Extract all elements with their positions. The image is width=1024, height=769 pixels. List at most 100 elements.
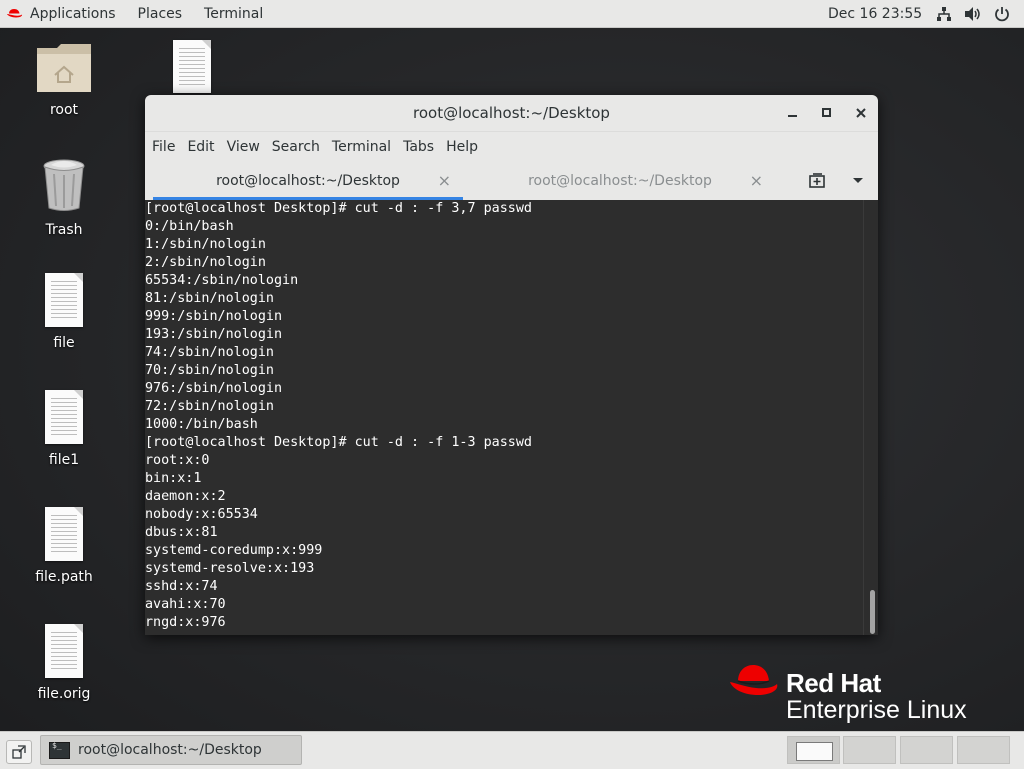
workspace-3[interactable] (900, 736, 953, 764)
terminal-line: rngd:x:976 (145, 615, 226, 630)
terminal-line: 999:/sbin/nologin (145, 309, 283, 324)
trash-icon (43, 159, 85, 211)
power-icon[interactable] (994, 6, 1010, 22)
terminal-line: 81:/sbin/nologin (145, 291, 274, 306)
taskbar-item-label: root@localhost:~/Desktop (78, 742, 262, 758)
terminal-line: systemd-resolve:x:193 (145, 561, 315, 576)
clock[interactable]: Dec 16 23:55 (828, 0, 922, 27)
applications-menu[interactable]: Applications (0, 0, 127, 27)
terminal-line: 2:/sbin/nologin (145, 255, 266, 270)
menu-tabs[interactable]: Tabs (397, 132, 440, 161)
terminal-line: 976:/sbin/nologin (145, 381, 283, 396)
terminal-scrollbar[interactable] (863, 200, 878, 635)
text-file-icon (45, 507, 83, 561)
menu-edit[interactable]: Edit (181, 132, 220, 161)
menu-view[interactable]: View (221, 132, 266, 161)
tab-terminal-1[interactable]: root@localhost:~/Desktop × (153, 161, 463, 200)
desktop-icon-label: file1 (48, 452, 80, 468)
terminal-line: [root@localhost Desktop]# cut -d : -f 1-… (145, 435, 532, 450)
desktop-file-partial[interactable] (173, 40, 211, 93)
branding-line2: Enterprise Linux (786, 696, 967, 724)
volume-icon[interactable] (964, 6, 982, 22)
terminal-line: systemd-coredump:x:999 (145, 543, 323, 558)
desktop-icon-label: file.path (35, 569, 93, 585)
workspace-4[interactable] (957, 736, 1010, 764)
taskbar-item-terminal[interactable]: root@localhost:~/Desktop (40, 735, 302, 765)
terminal-line: [root@localhost Desktop]# cut -d : -f 3,… (145, 201, 532, 216)
minimize-icon (788, 115, 797, 117)
terminal-line: 72:/sbin/nologin (145, 399, 274, 414)
desktop-icon-label: root (49, 102, 79, 118)
menu-file[interactable]: File (146, 132, 181, 161)
system-tray[interactable] (936, 0, 1010, 27)
terminal-line: bin:x:1 (145, 471, 202, 486)
terminal-line: root:x:0 (145, 453, 210, 468)
window-controls (776, 95, 878, 131)
tab-close-icon[interactable]: × (438, 171, 451, 190)
desktop-icon-file[interactable]: file (19, 273, 109, 351)
workspace-2[interactable] (843, 736, 896, 764)
tab-menu-button[interactable] (838, 161, 878, 200)
desktop-icon-file1[interactable]: file1 (19, 390, 109, 468)
tab-label: root@localhost:~/Desktop (216, 172, 400, 189)
top-bar: Applications Places Terminal Dec 16 23:5… (0, 0, 1024, 28)
tab-label: root@localhost:~/Desktop (528, 172, 712, 189)
menu-search[interactable]: Search (266, 132, 326, 161)
terminal-line: 70:/sbin/nologin (145, 363, 274, 378)
terminal-menu[interactable]: Terminal (193, 0, 274, 27)
desktop-icon-trash[interactable]: Trash (19, 158, 109, 238)
redhat-wordmark: Red Hat Enterprise Linux (786, 662, 967, 723)
applications-label: Applications (30, 5, 116, 22)
desktop-icon-label: file (53, 335, 75, 351)
desktop-icon-file-path[interactable]: file.path (19, 507, 109, 585)
desktop-icon-label: file.orig (37, 686, 91, 702)
desktop-icon-file-orig[interactable]: file.orig (19, 624, 109, 702)
terminal-icon (49, 741, 70, 759)
terminal-line: nobody:x:65534 (145, 507, 258, 522)
window-titlebar[interactable]: root@localhost:~/Desktop (145, 95, 878, 131)
maximize-button[interactable] (810, 95, 844, 131)
terminal-line: avahi:x:70 (145, 597, 226, 612)
show-desktop-button[interactable] (6, 740, 32, 764)
desktop-icon-root[interactable]: root (19, 40, 109, 118)
redhat-logo-icon (730, 665, 778, 695)
terminal-line: 0:/bin/bash (145, 219, 234, 234)
window-title: root@localhost:~/Desktop (413, 104, 610, 122)
terminal-line: 1:/sbin/nologin (145, 237, 266, 252)
terminal-line: dbus:x:81 (145, 525, 218, 540)
places-menu[interactable]: Places (127, 0, 194, 27)
window-menubar: File Edit View Search Terminal Tabs Help (145, 131, 878, 161)
tab-bar: root@localhost:~/Desktop × root@localhos… (145, 161, 878, 201)
text-file-icon (45, 624, 83, 678)
desktop-icon-label: Trash (45, 222, 83, 238)
close-button[interactable] (844, 95, 878, 131)
redhat-logo-icon (7, 8, 23, 17)
branding-line1: Red Hat (786, 668, 881, 698)
terminal-line: 1000:/bin/bash (145, 417, 258, 432)
redhat-branding: Red Hat Enterprise Linux (728, 662, 967, 723)
top-menu: Applications Places Terminal (0, 0, 280, 27)
workspace-1[interactable] (787, 736, 840, 764)
terminal-line: 74:/sbin/nologin (145, 345, 274, 360)
show-desktop-icon (12, 745, 26, 759)
tab-close-icon[interactable]: × (750, 171, 763, 190)
text-file-icon (45, 273, 83, 327)
network-icon[interactable] (936, 6, 952, 22)
minimize-button[interactable] (776, 95, 810, 131)
bottom-bar: root@localhost:~/Desktop (0, 731, 1024, 769)
new-tab-button[interactable] (798, 161, 838, 200)
home-folder-icon (37, 44, 91, 92)
chevron-down-icon (853, 177, 863, 183)
terminal-line: sshd:x:74 (145, 579, 218, 594)
maximize-icon (822, 108, 831, 117)
terminal-output[interactable]: [root@localhost Desktop]# cut -d : -f 3,… (145, 200, 864, 635)
terminal-window[interactable]: root@localhost:~/Desktop File Edit View … (145, 95, 878, 635)
menu-help[interactable]: Help (440, 132, 484, 161)
tab-terminal-2[interactable]: root@localhost:~/Desktop × (465, 161, 775, 200)
workspace-window-thumbnail (796, 742, 833, 761)
scrollbar-thumb[interactable] (870, 590, 875, 634)
close-icon (856, 108, 866, 118)
new-tab-icon (809, 172, 825, 188)
menu-terminal[interactable]: Terminal (326, 132, 397, 161)
terminal-line: 193:/sbin/nologin (145, 327, 283, 342)
